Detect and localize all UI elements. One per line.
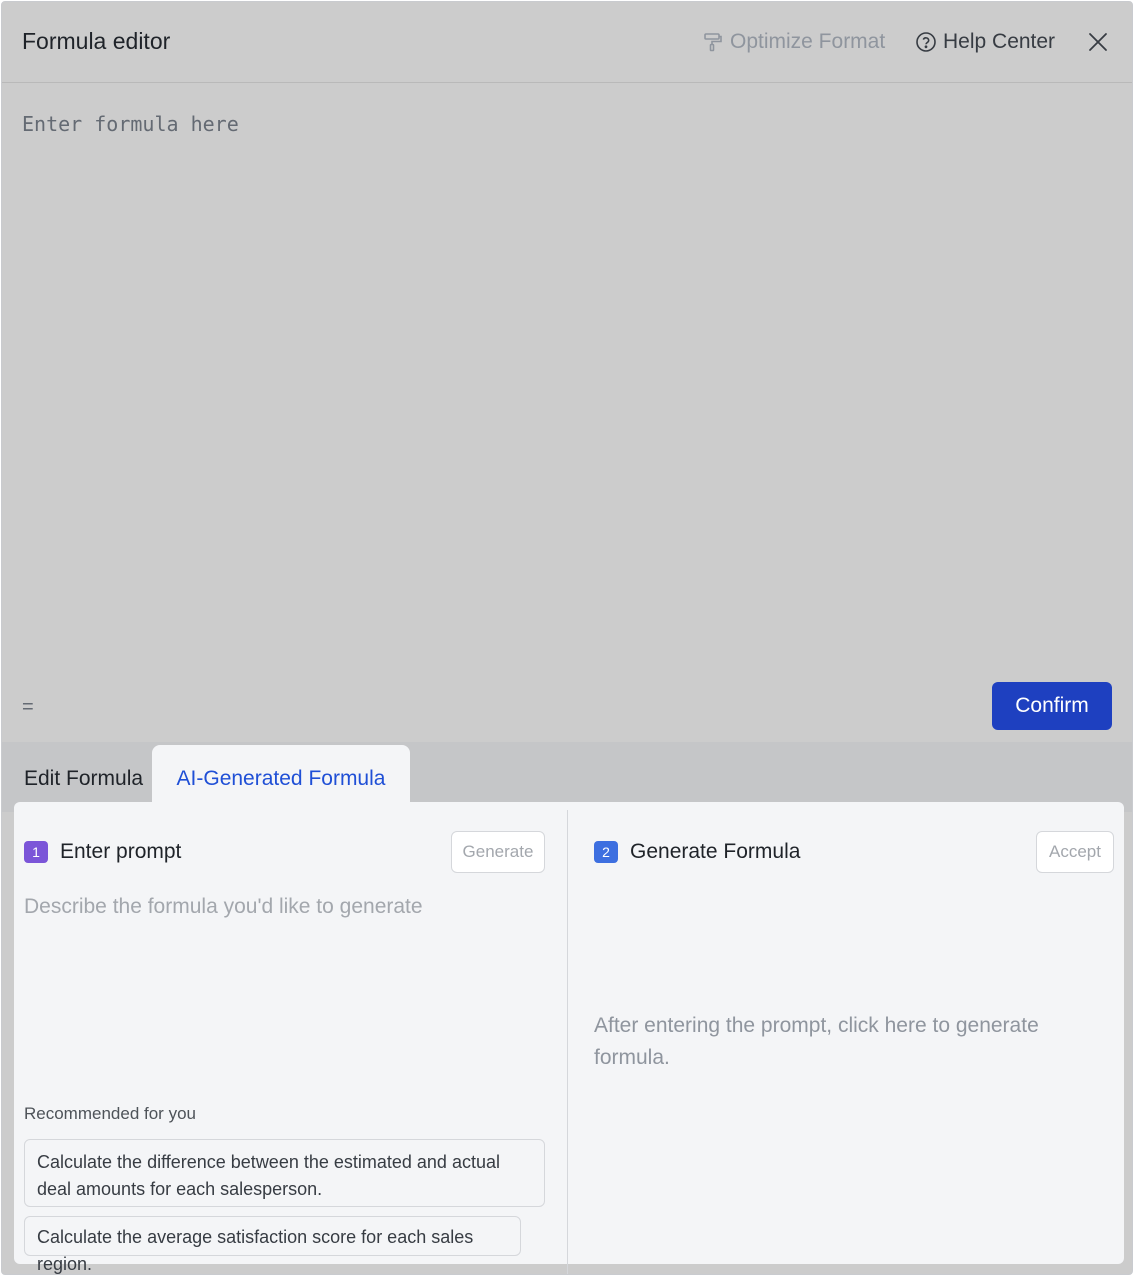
generate-hint-text[interactable]: After entering the prompt, click here to… (594, 1010, 1104, 1074)
tab-ai-generated-formula-label: AI-Generated Formula (176, 767, 386, 790)
formula-input[interactable] (22, 112, 1112, 672)
recommended-label: Recommended for you (24, 1104, 196, 1123)
generate-formula-title: Generate Formula (630, 840, 801, 863)
formula-editor-area: = Confirm (2, 84, 1132, 742)
optimize-format-button[interactable]: Optimize Format (702, 28, 885, 56)
panel-divider (567, 810, 568, 1274)
step-2-badge: 2 (594, 841, 618, 863)
prompt-input[interactable] (24, 892, 549, 1082)
help-center-label: Help Center (943, 30, 1056, 53)
ai-formula-panel: 1 Enter prompt Generate Recommended for … (14, 802, 1124, 1274)
recommendation-item[interactable]: Calculate the average satisfaction score… (24, 1216, 521, 1274)
enter-prompt-title: Enter prompt (60, 840, 182, 863)
equals-sign: = (22, 696, 34, 718)
paint-roller-icon (702, 31, 724, 53)
confirm-button[interactable]: Confirm (992, 682, 1112, 730)
close-icon[interactable] (1086, 30, 1110, 54)
formula-editor-dialog: Formula editor Optimize Format Help Cent… (1, 1, 1133, 1275)
optimize-format-label: Optimize Format (730, 30, 886, 53)
generate-button[interactable]: Generate (451, 831, 545, 873)
recommendation-item[interactable]: Calculate the difference between the est… (24, 1139, 545, 1207)
accept-button[interactable]: Accept (1036, 831, 1114, 873)
help-center-button[interactable]: Help Center (915, 28, 1055, 56)
question-circle-icon (915, 31, 937, 53)
dialog-header: Formula editor Optimize Format Help Cent… (2, 2, 1132, 83)
dialog-title: Formula editor (22, 28, 171, 54)
step-1-badge: 1 (24, 841, 48, 863)
